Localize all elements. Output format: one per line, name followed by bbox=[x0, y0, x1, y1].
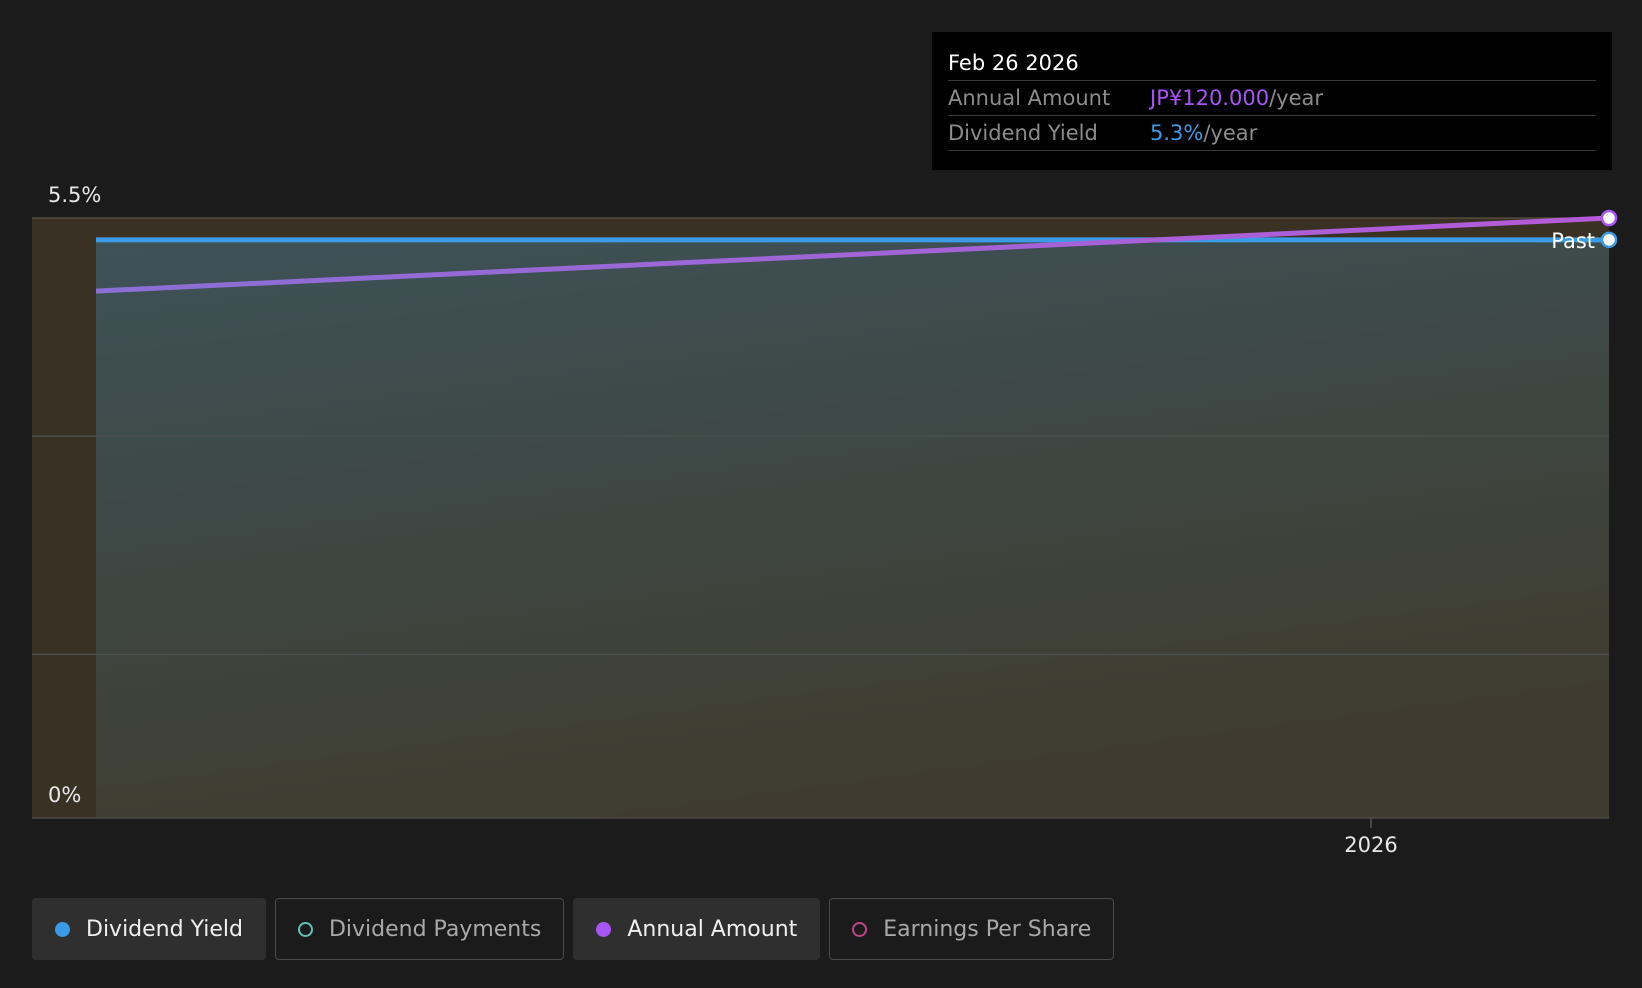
dividend-yield-area bbox=[96, 239, 1609, 818]
dividend-yield-marker bbox=[1600, 231, 1618, 249]
chart-legend: Dividend Yield Dividend Payments Annual … bbox=[32, 898, 1115, 962]
legend-ring-icon bbox=[852, 921, 868, 937]
tooltip-suffix: /year bbox=[1269, 86, 1323, 110]
tooltip-suffix: /year bbox=[1203, 121, 1258, 145]
y-tick-label-bottom: 0% bbox=[48, 783, 81, 807]
chart-tooltip: Feb 26 2026 Annual Amount JP¥120.000/year… bbox=[932, 32, 1612, 170]
legend-label: Dividend Yield bbox=[86, 916, 243, 942]
x-tick-label: 2026 bbox=[1344, 833, 1397, 857]
legend-item-dividend-payments[interactable]: Dividend Payments bbox=[274, 898, 565, 960]
legend-ring-icon bbox=[297, 921, 313, 937]
legend-item-dividend-yield[interactable]: Dividend Yield bbox=[32, 898, 266, 960]
tooltip-value: JP¥120.000 bbox=[1150, 86, 1270, 110]
tooltip-value: 5.3% bbox=[1150, 121, 1204, 145]
legend-label: Dividend Payments bbox=[328, 916, 542, 942]
legend-label: Annual Amount bbox=[627, 916, 798, 942]
legend-label: Earnings Per Share bbox=[883, 916, 1092, 942]
legend-dot-icon bbox=[55, 921, 70, 937]
tooltip-label: Annual Amount bbox=[948, 86, 1111, 110]
past-label: Past bbox=[1551, 229, 1595, 253]
annual-amount-marker bbox=[1600, 209, 1618, 227]
legend-dot-icon bbox=[596, 921, 612, 937]
tooltip-date: Feb 26 2026 bbox=[948, 46, 1596, 81]
tooltip-label: Dividend Yield bbox=[948, 121, 1098, 145]
legend-item-earnings-per-share[interactable]: Earnings Per Share bbox=[829, 898, 1115, 960]
tooltip-row-annual-amount: Annual Amount JP¥120.000/year bbox=[948, 81, 1596, 116]
legend-item-annual-amount[interactable]: Annual Amount bbox=[573, 898, 821, 960]
tooltip-row-dividend-yield: Dividend Yield 5.3%/year bbox=[948, 116, 1596, 151]
y-tick-label-top: 5.5% bbox=[48, 183, 101, 207]
